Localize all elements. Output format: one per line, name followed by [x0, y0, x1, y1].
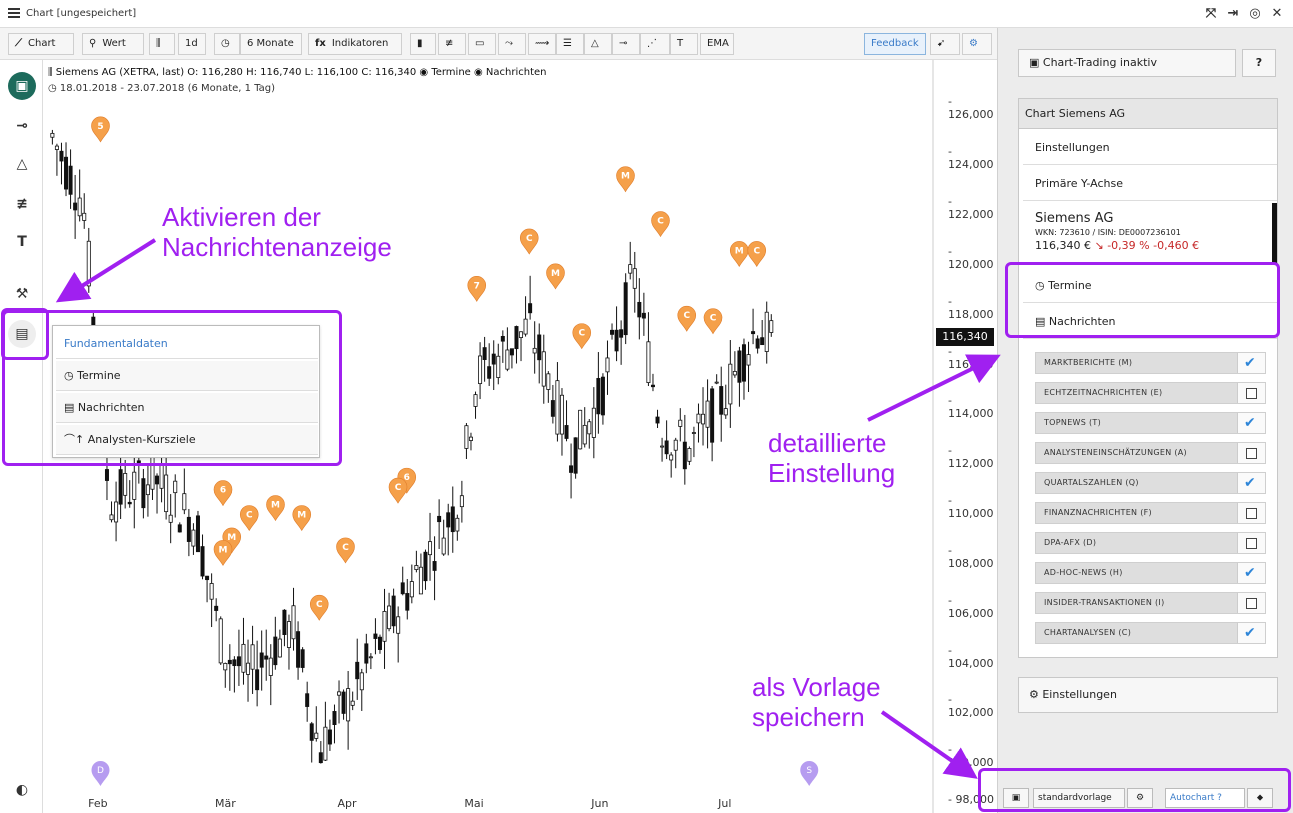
annotation-arrows [55, 238, 1001, 779]
